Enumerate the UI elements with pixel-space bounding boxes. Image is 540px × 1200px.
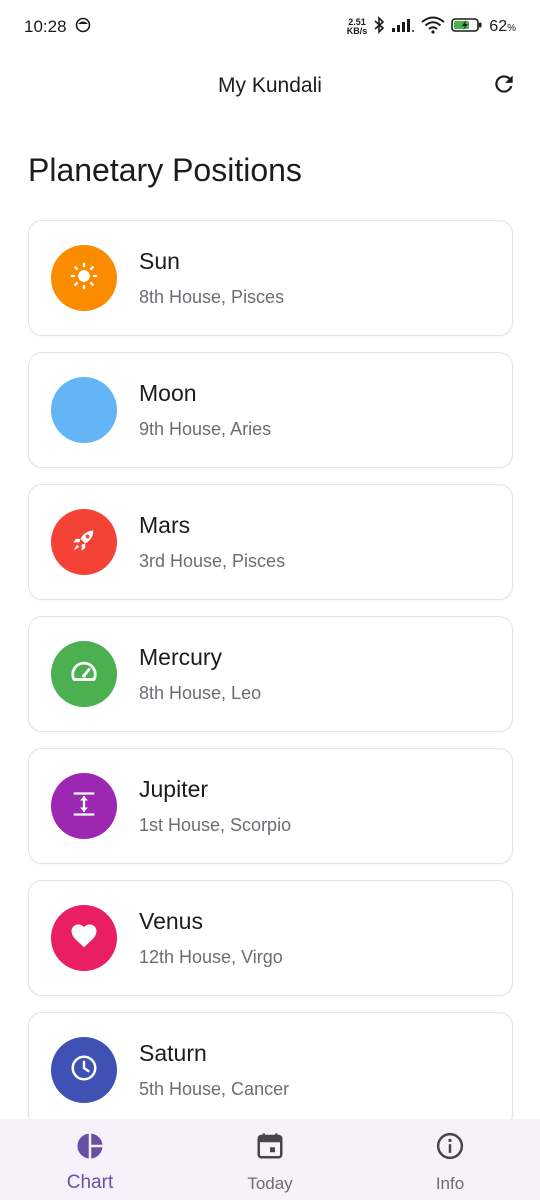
planet-avatar: [51, 509, 117, 575]
planet-card-mercury[interactable]: Mercury 8th House, Leo: [28, 616, 513, 732]
planet-text: Venus 12th House, Virgo: [139, 908, 283, 968]
planet-name: Venus: [139, 908, 203, 934]
signal-icon: [391, 17, 415, 38]
planet-detail: 3rd House, Pisces: [139, 551, 286, 571]
nav-item-chart[interactable]: Chart: [0, 1119, 180, 1200]
nav-label: Chart: [66, 1172, 114, 1193]
planet-avatar: [51, 641, 117, 707]
planet-avatar: [51, 377, 117, 443]
net-speed-unit: KB/s: [346, 26, 368, 36]
refresh-icon: [491, 71, 517, 102]
net-speed: 2.51 KB/s: [347, 18, 368, 36]
nav-label: Today: [247, 1174, 293, 1193]
bluetooth-icon: [373, 15, 385, 39]
pie-chart-icon: [75, 1131, 105, 1166]
planet-detail: 9th House, Aries: [139, 419, 272, 439]
planet-avatar: [51, 245, 117, 311]
notification-face-icon: [75, 17, 91, 38]
planet-list: Sun 8th House, Pisces Moon 9th House, Ar…: [28, 220, 513, 1144]
app-bar: My Kundali: [0, 54, 540, 118]
planet-card-moon[interactable]: Moon 9th House, Aries: [28, 352, 513, 468]
info-icon: [435, 1131, 465, 1166]
status-right: 2.51 KB/s 62%: [347, 15, 516, 39]
planet-avatar: [51, 773, 117, 839]
vertical-expand-icon: [70, 790, 98, 823]
planet-detail: 8th House, Leo: [139, 683, 262, 703]
planet-card-saturn[interactable]: Saturn 5th House, Cancer: [28, 1012, 513, 1128]
clock-icon: [69, 1053, 99, 1088]
planet-card-sun[interactable]: Sun 8th House, Pisces: [28, 220, 513, 336]
battery-icon: [451, 17, 483, 38]
planet-name: Sun: [139, 248, 180, 274]
planet-text: Saturn 5th House, Cancer: [139, 1040, 289, 1100]
planet-card-jupiter[interactable]: Jupiter 1st House, Scorpio: [28, 748, 513, 864]
planet-card-mars[interactable]: Mars 3rd House, Pisces: [28, 484, 513, 600]
status-left: 10:28: [24, 17, 91, 38]
planet-text: Moon 9th House, Aries: [139, 380, 271, 440]
planet-name: Mercury: [139, 644, 223, 670]
speedometer-icon: [69, 657, 99, 692]
planet-detail: 1st House, Scorpio: [139, 815, 292, 835]
section-title: Planetary Positions: [28, 152, 302, 188]
app-title: My Kundali: [218, 74, 322, 97]
calendar-icon: [255, 1131, 285, 1166]
status-bar: 10:28 2.51 KB/s 62%: [0, 0, 540, 54]
planet-text: Sun 8th House, Pisces: [139, 248, 284, 308]
refresh-button[interactable]: [488, 70, 520, 102]
nav-item-info[interactable]: Info: [360, 1119, 540, 1200]
planet-detail: 5th House, Cancer: [139, 1079, 290, 1099]
planet-avatar: [51, 905, 117, 971]
planet-text: Jupiter 1st House, Scorpio: [139, 776, 291, 836]
battery-percent-value: 62: [489, 18, 508, 35]
planet-name: Moon: [139, 380, 197, 406]
planet-card-venus[interactable]: Venus 12th House, Virgo: [28, 880, 513, 996]
planet-detail: 12th House, Virgo: [139, 947, 283, 967]
battery-percent: 62%: [489, 18, 516, 35]
rocket-icon: [70, 526, 98, 559]
wifi-icon: [421, 16, 445, 39]
planet-text: Mercury 8th House, Leo: [139, 644, 261, 704]
crescent-moon-icon: [70, 394, 98, 427]
planet-name: Saturn: [139, 1040, 207, 1066]
planet-name: Mars: [139, 512, 191, 538]
planet-avatar: [51, 1037, 117, 1103]
planet-name: Jupiter: [139, 776, 209, 802]
planet-text: Mars 3rd House, Pisces: [139, 512, 285, 572]
status-time: 10:28: [24, 17, 67, 36]
nav-item-today[interactable]: Today: [180, 1119, 360, 1200]
heart-icon: [69, 921, 99, 956]
bottom-nav: Chart Today Info: [0, 1119, 540, 1200]
sun-icon: [70, 262, 98, 295]
planet-detail: 8th House, Pisces: [139, 287, 285, 307]
nav-label: Info: [435, 1174, 465, 1193]
